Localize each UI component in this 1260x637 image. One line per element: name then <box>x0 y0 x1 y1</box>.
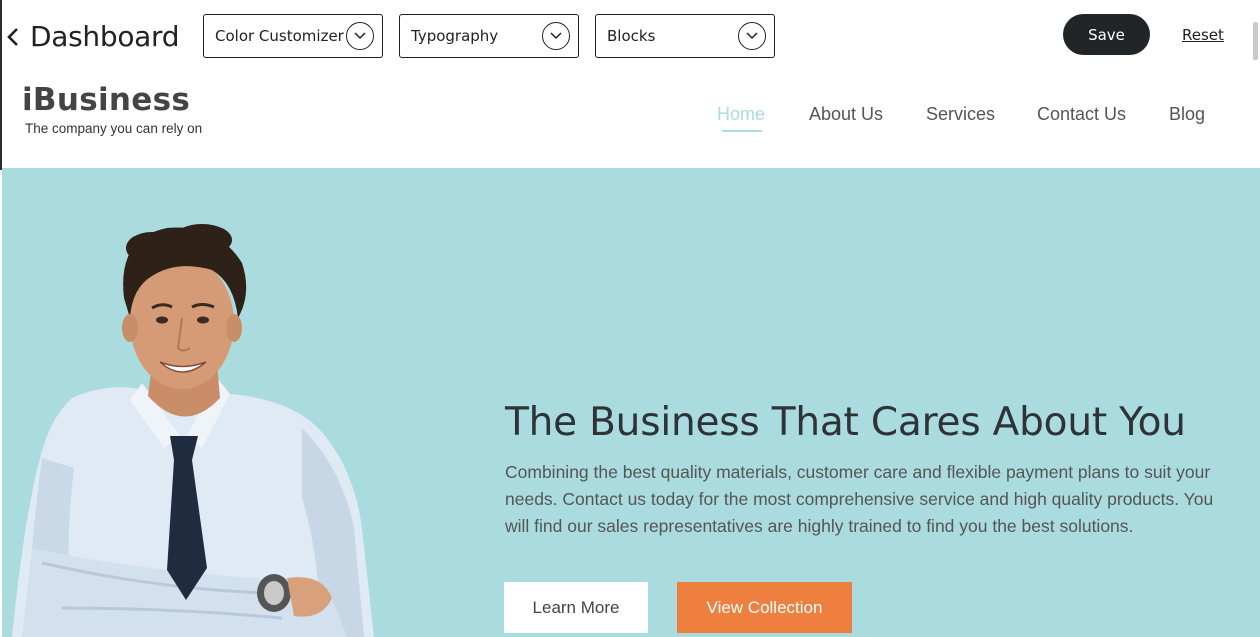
nav-active-indicator <box>722 130 762 132</box>
dropdown-label: Typography <box>411 27 499 45</box>
view-collection-button[interactable]: View Collection <box>677 582 852 633</box>
site-logo[interactable]: iBusiness <box>22 82 190 118</box>
typography-dropdown[interactable]: Typography <box>399 14 579 58</box>
learn-more-button[interactable]: Learn More <box>504 582 648 633</box>
dropdown-label: Color Customizer <box>215 27 344 45</box>
reset-link[interactable]: Reset <box>1182 26 1224 44</box>
hero-description: Combining the best quality materials, cu… <box>505 462 1214 536</box>
editor-toolbar: Dashboard Color Customizer Typography Bl… <box>0 0 1260 76</box>
blocks-dropdown[interactable]: Blocks <box>595 14 775 58</box>
nav-item-about-us[interactable]: About Us <box>809 104 883 125</box>
chevron-left-icon <box>7 27 18 46</box>
nav-item-blog[interactable]: Blog <box>1169 104 1205 125</box>
hero-section: The Business That Cares About You Combin… <box>2 168 1260 637</box>
chevron-down-icon <box>346 22 374 50</box>
chevron-down-icon <box>542 22 570 50</box>
back-to-dashboard[interactable]: Dashboard <box>6 20 180 53</box>
chevron-down-icon <box>738 22 766 50</box>
nav-item-services[interactable]: Services <box>926 104 995 125</box>
nav-item-home[interactable]: Home <box>717 104 765 125</box>
businessman-image <box>12 224 374 637</box>
site-header: iBusiness The company you can rely on Ho… <box>2 76 1260 168</box>
nav-item-contact-us[interactable]: Contact Us <box>1037 104 1126 125</box>
site-tagline: The company you can rely on <box>25 121 203 136</box>
hero-title: The Business That Cares About You <box>505 400 1186 445</box>
dashboard-label: Dashboard <box>30 20 180 53</box>
dropdown-label: Blocks <box>607 27 656 45</box>
scrollbar-thumb[interactable] <box>1253 22 1258 60</box>
save-button[interactable]: Save <box>1063 14 1150 55</box>
color-customizer-dropdown[interactable]: Color Customizer <box>203 14 383 58</box>
